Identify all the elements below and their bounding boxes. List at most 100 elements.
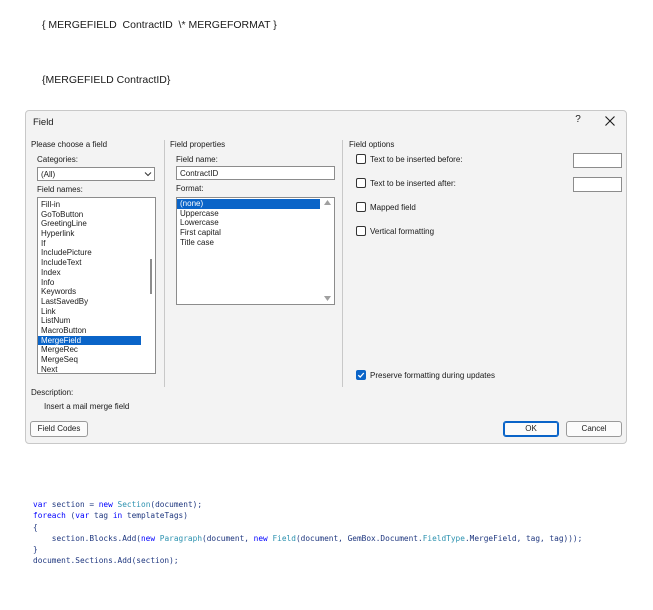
format-item[interactable]: Title case — [177, 238, 320, 248]
code-token: section = — [47, 500, 99, 509]
code-token: section.Blocks.Add( — [33, 533, 141, 543]
code-token: var — [75, 511, 90, 521]
code-line: foreach (var tag in templateTags) — [33, 510, 582, 521]
checkmark-icon — [357, 372, 365, 379]
field-names-scrollbar[interactable] — [145, 198, 155, 373]
code-token: } — [33, 545, 38, 555]
field-names-label: Field names: — [37, 185, 83, 194]
preserve-formatting-label: Preserve formatting during updates — [370, 370, 495, 380]
code-snippet: var section = new Section(document); fore… — [33, 499, 582, 567]
field-name-input[interactable]: ContractID — [176, 166, 335, 180]
code-token: Field — [272, 533, 296, 543]
divider — [164, 140, 165, 387]
format-label: Format: — [176, 184, 204, 193]
description-text: Insert a mail merge field — [44, 402, 130, 411]
format-item[interactable]: Uppercase — [177, 209, 320, 219]
field-properties-heading: Field properties — [170, 140, 226, 149]
scroll-down-icon[interactable] — [324, 296, 331, 301]
field-name-item[interactable]: MacroButton — [38, 326, 141, 336]
format-item[interactable]: Lowercase — [177, 218, 320, 228]
code-token: new — [140, 533, 156, 543]
code-token: new — [253, 533, 268, 543]
categories-label: Categories: — [37, 155, 78, 164]
field-name-item[interactable]: Hyperlink — [38, 229, 141, 239]
dialog-titlebar: Field ? — [26, 111, 626, 133]
field-name-item[interactable]: Next — [38, 365, 141, 373]
code-token: FieldType — [422, 533, 465, 543]
format-item[interactable]: First capital — [177, 228, 320, 238]
field-name-item[interactable]: Index — [38, 268, 141, 278]
code-token: (document, GemBox.Document. — [295, 533, 423, 543]
field-dialog: Field ? Please choose a field Categories… — [25, 110, 627, 444]
field-name-item[interactable]: MergeField — [38, 335, 141, 346]
text-after-input[interactable] — [573, 177, 622, 192]
choose-field-heading: Please choose a field — [31, 140, 108, 149]
code-token: in — [112, 511, 123, 521]
field-name-item[interactable]: Keywords — [38, 287, 141, 297]
field-name-item[interactable]: IncludePicture — [38, 248, 141, 258]
field-name-item[interactable]: Link — [38, 307, 141, 317]
code-token: new — [98, 500, 113, 509]
format-item[interactable]: (none) — [177, 199, 320, 209]
field-name-item[interactable]: ListNum — [38, 316, 141, 326]
field-name-item[interactable]: LastSavedBy — [38, 297, 141, 307]
code-line: } — [33, 544, 582, 555]
mapped-field-checkbox[interactable] — [356, 202, 366, 212]
code-token: tag — [89, 511, 113, 521]
categories-dropdown[interactable]: (All) — [37, 167, 155, 181]
code-token: (document, — [202, 533, 254, 543]
code-token: templateTags) — [122, 511, 188, 521]
preserve-formatting-option[interactable]: Preserve formatting during updates — [356, 370, 495, 380]
code-line: var section = new Section(document); — [33, 499, 582, 510]
code-token: ( — [65, 511, 76, 521]
field-name-item[interactable]: GreetingLine — [38, 219, 141, 229]
scrollbar-thumb[interactable] — [150, 259, 152, 294]
help-button[interactable]: ? — [571, 114, 585, 125]
field-name-item[interactable]: Fill-in — [38, 200, 141, 210]
code-line: { — [33, 522, 582, 533]
dialog-title: Field — [33, 117, 54, 128]
vertical-formatting-checkbox[interactable] — [356, 226, 366, 236]
code-token: { — [33, 522, 38, 532]
code-token: Paragraph — [159, 533, 203, 543]
mapped-field-option[interactable]: Mapped field — [356, 202, 416, 212]
text-after-label: Text to be inserted after: — [370, 178, 456, 188]
field-codes-button[interactable]: Field Codes — [30, 421, 88, 437]
merge-field-result-line: {MERGEFIELD ContractID} — [42, 74, 171, 86]
code-token: foreach — [33, 511, 66, 521]
scroll-up-icon[interactable] — [324, 200, 331, 205]
field-name-item[interactable]: MergeRec — [38, 345, 141, 355]
field-name-item[interactable]: Info — [38, 278, 141, 288]
divider — [342, 140, 343, 387]
merge-field-code-line: { MERGEFIELD ContractID \* MERGEFORMAT } — [42, 19, 277, 31]
code-token: var — [33, 500, 48, 509]
code-token: Section — [117, 500, 151, 509]
text-before-checkbox[interactable] — [356, 154, 366, 164]
close-icon[interactable] — [601, 112, 619, 130]
categories-value: (All) — [41, 170, 56, 179]
code-token: document.Sections.Add(section); — [33, 556, 179, 566]
code-line: section.Blocks.Add(new Paragraph(documen… — [33, 533, 583, 544]
code-token: .MergeField, tag, tag))); — [464, 533, 583, 543]
field-name-item[interactable]: MergeSeq — [38, 355, 141, 365]
mapped-field-label: Mapped field — [370, 202, 416, 212]
code-line: document.Sections.Add(section); — [33, 555, 582, 566]
text-after-checkbox[interactable] — [356, 178, 366, 188]
field-name-item[interactable]: GoToButton — [38, 210, 141, 220]
preserve-formatting-checkbox[interactable] — [356, 370, 366, 380]
vertical-formatting-label: Vertical formatting — [370, 226, 435, 236]
format-list[interactable]: (none) Uppercase Lowercase First capital Tit… — [176, 197, 335, 305]
vertical-formatting-option[interactable]: Vertical formatting — [356, 226, 434, 236]
field-name-label: Field name: — [176, 155, 218, 164]
text-before-option[interactable]: Text to be inserted before: — [356, 154, 463, 164]
text-before-input[interactable] — [573, 153, 622, 168]
text-after-option[interactable]: Text to be inserted after: — [356, 178, 456, 188]
field-names-list[interactable]: Fill-in GoToButton GreetingLine Hyperlink If… — [37, 197, 156, 374]
description-label: Description: — [31, 388, 74, 397]
text-before-label: Text to be inserted before: — [370, 154, 463, 164]
field-options-heading: Field options — [349, 140, 395, 149]
ok-button[interactable]: OK — [503, 421, 559, 437]
field-name-item[interactable]: If — [38, 239, 141, 249]
cancel-button[interactable]: Cancel — [566, 421, 622, 437]
field-name-item[interactable]: IncludeText — [38, 258, 141, 268]
